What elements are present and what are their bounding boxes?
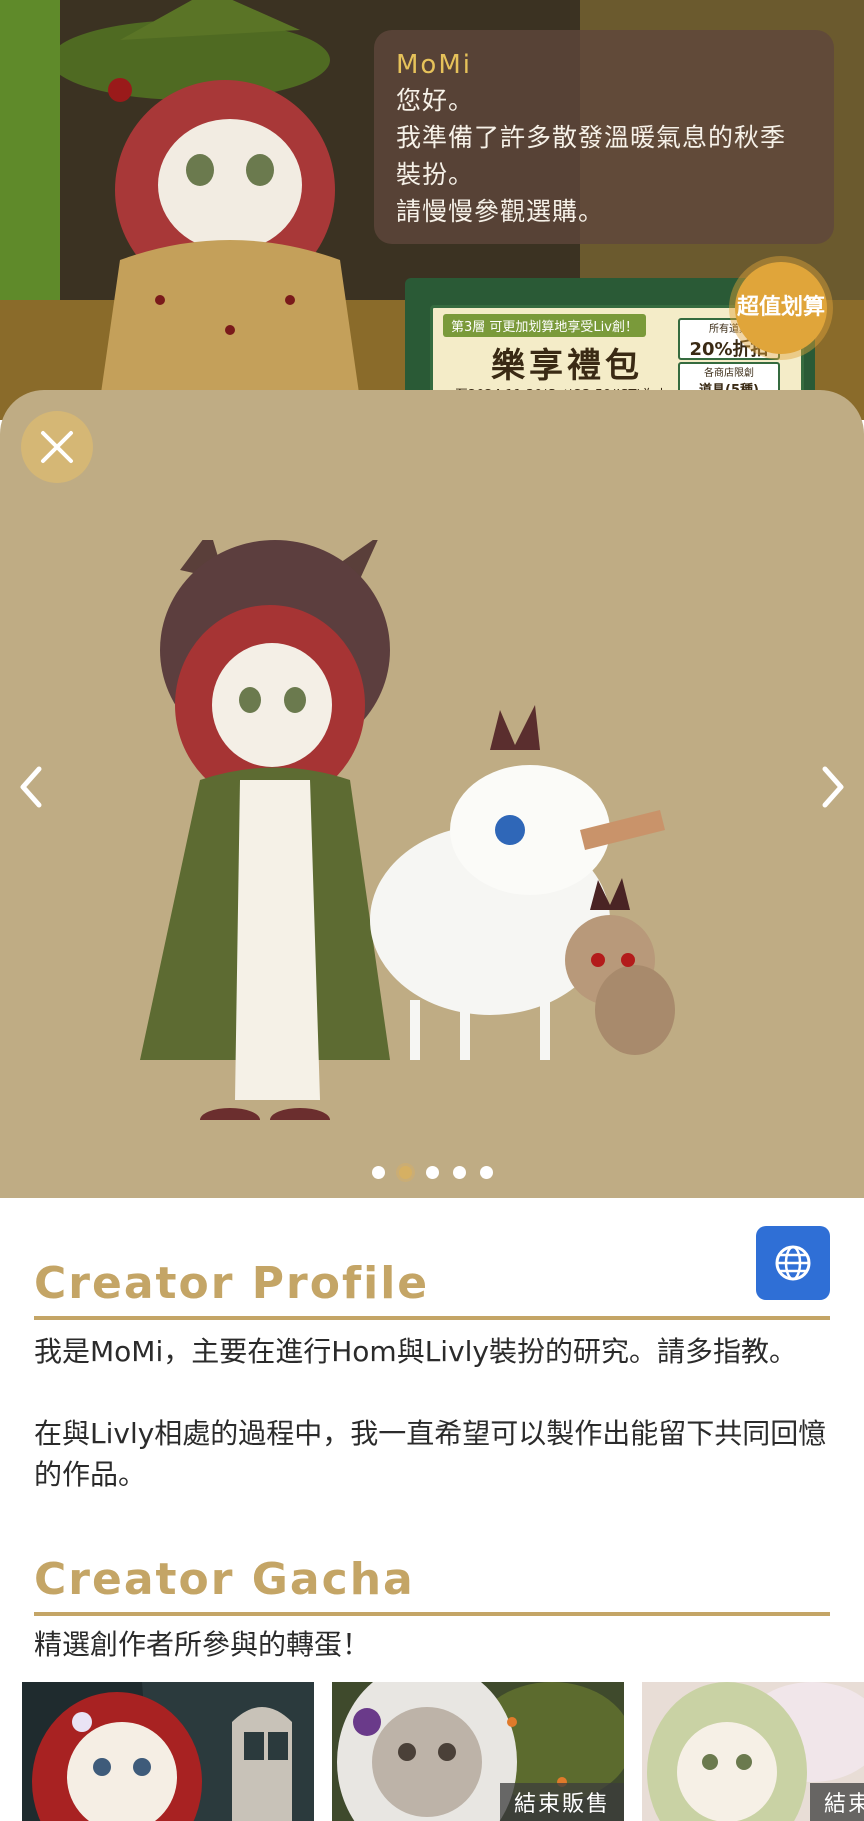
slide-dot[interactable] [479,1166,493,1179]
chevron-left-icon [20,766,42,808]
gacha-card[interactable]: 結束販售 [332,1682,624,1821]
slide-dot[interactable] [452,1166,466,1179]
gacha-card-row: 結束販售 結束販售 [22,1682,864,1821]
npc-speech-bubble: MoMi 您好。 我準備了許多散發溫暖氣息的秋季 裝扮。 請慢慢參觀選購。 [374,30,834,244]
slide-dot[interactable] [371,1166,385,1179]
slide-dot-active[interactable] [398,1166,412,1179]
creator-info-section: Creator Profile 我是MoMi，主要在進行Hom與Livly裝扮的… [0,1198,864,1821]
sale-ended-label: 結束販售 [809,1783,864,1821]
npc-character [60,0,360,400]
preview-artwork [140,540,675,1120]
gacha-subtitle: 精選創作者所參與的轉蛋！ [34,1628,371,1661]
close-button[interactable] [21,411,93,483]
npc-name: MoMi [396,50,472,80]
shop-scene: 第3層 可更加划算地享受Liv創！ 樂享禮包 至2024.11.30(Sat)2… [0,0,864,420]
sale-ended-label: 結束販售 [499,1783,624,1821]
speech-line: 您好。 [396,86,475,115]
banner-title: 樂享禮包 [491,346,643,386]
gacha-card[interactable]: 結束販售 [642,1682,864,1821]
creator-profile-heading: Creator Profile [34,1258,430,1309]
next-slide-button[interactable] [814,762,854,822]
value-badge: 超值划算 [735,262,827,354]
chevron-right-icon [822,766,844,808]
slide-dot[interactable] [425,1166,439,1179]
banner-tag: 第3層 可更加划算地享受Liv創！ [443,314,646,337]
close-icon [41,431,73,463]
girl-figure [140,540,390,1120]
item-preview-panel [0,390,864,1198]
speech-line: 我準備了許多散發溫暖氣息的秋季 [396,123,787,152]
slide-indicator [0,1166,864,1179]
profile-text-1: 我是MoMi，主要在進行Hom與Livly裝扮的研究。請多指教。 [34,1335,797,1368]
speech-line: 裝扮。 [396,160,475,189]
speech-line: 請慢慢參觀選購。 [396,197,605,226]
gacha-card-image [22,1682,314,1821]
gacha-card[interactable] [22,1682,314,1821]
heading-divider [34,1612,830,1616]
globe-icon [775,1245,811,1281]
profile-text-2: 在與Livly相處的過程中，我一直希望可以製作出能留下共同回憶的作品。 [34,1417,827,1491]
prev-slide-button[interactable] [10,762,50,822]
creator-gacha-heading: Creator Gacha [34,1554,415,1605]
heading-divider [34,1316,830,1320]
translate-button[interactable] [756,1226,830,1300]
